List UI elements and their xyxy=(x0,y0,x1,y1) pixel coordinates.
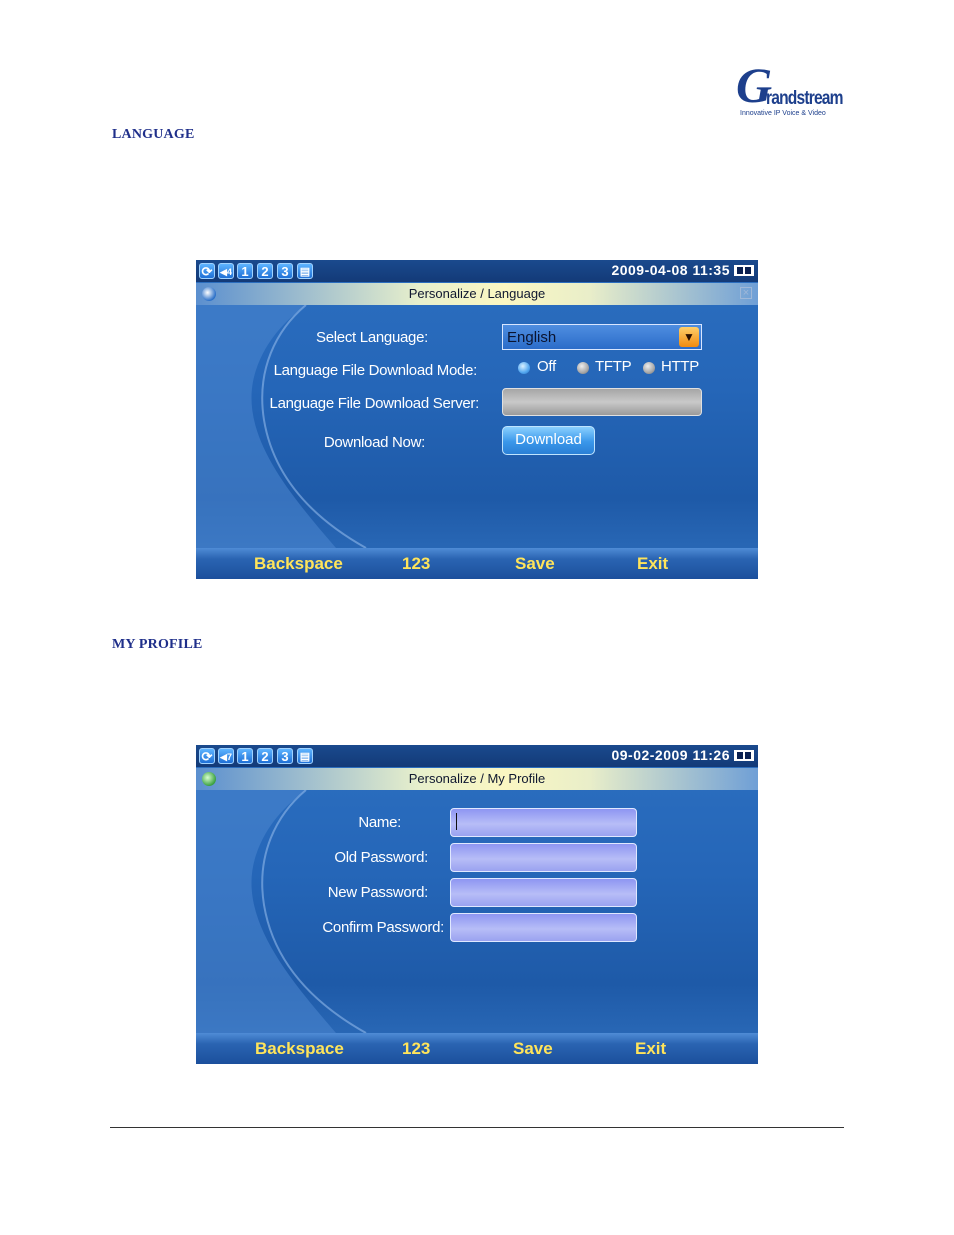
section-heading-my-profile: MY PROFILE xyxy=(112,637,203,652)
language-screen: ⟳ ◀4 1 2 3 ▤ 2009-04-08 11:35 Personaliz… xyxy=(196,260,758,579)
battery-icon xyxy=(734,265,754,276)
download-now-label: Download Now: xyxy=(323,434,425,451)
battery-icon xyxy=(734,750,754,761)
radio-off[interactable] xyxy=(518,362,530,374)
logo-tagline: Innovative IP Voice & Video xyxy=(740,110,826,117)
folder-icon: ▤ xyxy=(297,748,313,764)
softkey-exit[interactable]: Exit xyxy=(635,1039,666,1059)
folder-icon: ▤ xyxy=(297,263,313,279)
sync-icon: ⟳ xyxy=(199,263,215,279)
language-select[interactable]: English ▼ xyxy=(502,324,702,350)
line-3-icon[interactable]: 3 xyxy=(277,263,293,279)
radio-tftp[interactable] xyxy=(577,362,589,374)
softkey-123[interactable]: 123 xyxy=(402,1039,430,1059)
title-bar: Personalize / My Profile xyxy=(196,768,758,790)
download-server-input[interactable] xyxy=(502,388,702,416)
background-swoosh xyxy=(196,304,367,549)
select-language-label: Select Language: xyxy=(316,329,428,346)
logo-word: randstream xyxy=(766,88,843,109)
title-bar: Personalize / Language × xyxy=(196,283,758,305)
old-password-field[interactable] xyxy=(450,843,637,872)
text-caret xyxy=(456,813,457,830)
radio-http[interactable] xyxy=(643,362,655,374)
name-label: Name: xyxy=(358,814,401,831)
line-2-icon[interactable]: 2 xyxy=(257,263,273,279)
line-2-icon[interactable]: 2 xyxy=(257,748,273,764)
status-bar: ⟳ ◀4 1 2 3 ▤ 2009-04-08 11:35 xyxy=(196,260,758,282)
volume-icon: ◀7 xyxy=(218,748,234,764)
confirm-password-label: Confirm Password: xyxy=(322,919,444,936)
download-server-label: Language File Download Server: xyxy=(269,395,480,412)
volume-icon: ◀4 xyxy=(218,263,234,279)
radio-tftp-label: TFTP xyxy=(595,358,632,375)
radio-off-label: Off xyxy=(537,358,556,375)
line-1-icon[interactable]: 1 xyxy=(237,263,253,279)
softkey-backspace[interactable]: Backspace xyxy=(254,554,343,574)
line-1-icon[interactable]: 1 xyxy=(237,748,253,764)
new-password-label: New Password: xyxy=(327,884,429,901)
status-datetime: 2009-04-08 11:35 xyxy=(611,262,730,278)
section-heading-language: LANGUAGE xyxy=(112,127,195,142)
footer-divider xyxy=(110,1127,844,1128)
status-bar: ⟳ ◀7 1 2 3 ▤ 09-02-2009 11:26 xyxy=(196,745,758,767)
radio-http-label: HTTP xyxy=(661,358,699,375)
close-icon[interactable]: × xyxy=(740,287,752,299)
grandstream-logo: G randstream Innovative IP Voice & Video xyxy=(736,60,843,122)
sync-icon: ⟳ xyxy=(199,748,215,764)
softkey-exit[interactable]: Exit xyxy=(637,554,668,574)
softkey-123[interactable]: 123 xyxy=(402,554,430,574)
profile-screen: ⟳ ◀7 1 2 3 ▤ 09-02-2009 11:26 Personaliz… xyxy=(196,745,758,1064)
status-datetime: 09-02-2009 11:26 xyxy=(611,747,730,763)
softkey-save[interactable]: Save xyxy=(513,1039,553,1059)
download-button[interactable]: Download xyxy=(502,426,595,455)
confirm-password-field[interactable] xyxy=(450,913,637,942)
old-password-label: Old Password: xyxy=(334,849,428,866)
chevron-down-icon[interactable]: ▼ xyxy=(679,327,699,347)
name-field[interactable] xyxy=(450,808,637,837)
softkey-save[interactable]: Save xyxy=(515,554,555,574)
line-3-icon[interactable]: 3 xyxy=(277,748,293,764)
screen-title: Personalize / My Profile xyxy=(408,771,546,786)
softkey-backspace[interactable]: Backspace xyxy=(255,1039,344,1059)
softkey-bar: Backspace 123 Save Exit xyxy=(196,548,758,579)
language-select-value: English xyxy=(507,329,557,346)
new-password-field[interactable] xyxy=(450,878,637,907)
softkey-bar: Backspace 123 Save Exit xyxy=(196,1033,758,1064)
screen-title: Personalize / Language xyxy=(408,286,546,301)
download-mode-label: Language File Download Mode: xyxy=(273,362,478,379)
